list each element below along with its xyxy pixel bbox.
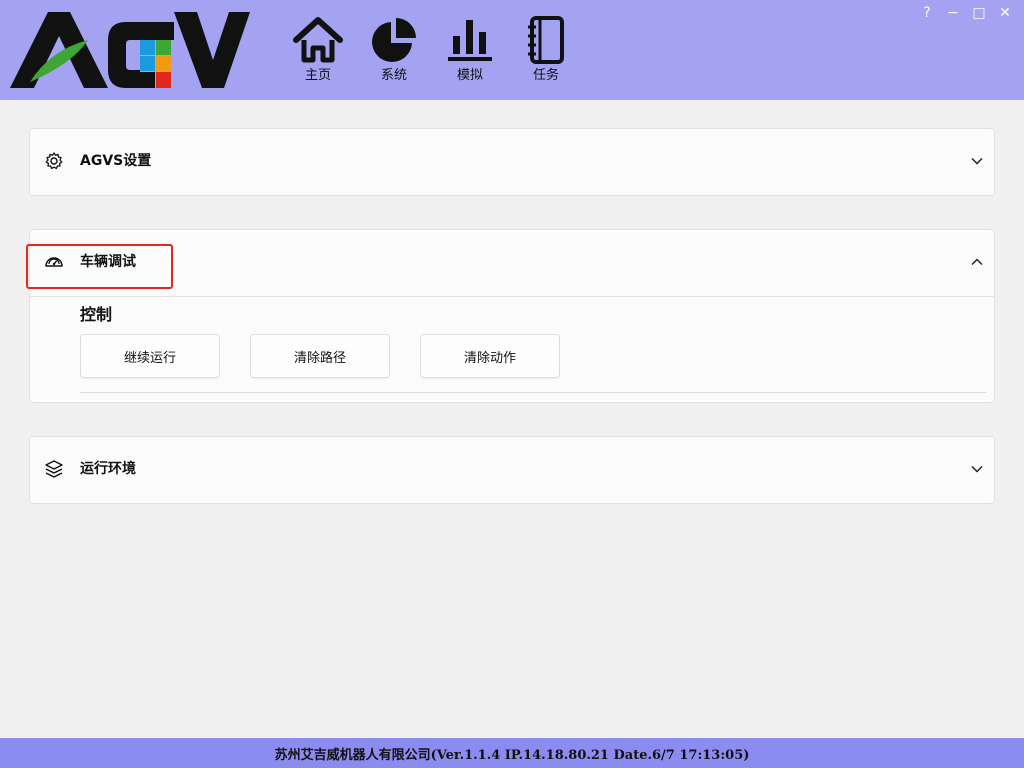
chevron-up-icon[interactable] xyxy=(970,255,984,269)
main-content: AGVS设置 车辆调试 控制 继续运行 清除路径 清除动作 运行环境 xyxy=(0,100,1024,738)
panel-title: AGVS设置 xyxy=(80,153,152,169)
continue-run-button[interactable]: 继续运行 xyxy=(80,334,220,378)
help-button[interactable]: ? xyxy=(914,2,940,24)
highlight-box xyxy=(26,244,173,289)
panel-vehicle-debug: 车辆调试 控制 继续运行 清除路径 清除动作 xyxy=(29,229,995,403)
panel-header-agvs-settings[interactable]: AGVS设置 xyxy=(30,129,994,195)
divider xyxy=(80,392,986,393)
notebook-icon xyxy=(528,16,564,64)
panel-title: 运行环境 xyxy=(80,461,136,477)
bar-chart-icon xyxy=(448,20,492,61)
close-button[interactable]: ✕ xyxy=(992,2,1018,24)
gear-icon xyxy=(45,152,63,170)
clear-path-button[interactable]: 清除路径 xyxy=(250,334,390,378)
clear-action-button[interactable]: 清除动作 xyxy=(420,334,560,378)
main-nav: 主页 系统 模拟 任务 xyxy=(280,14,584,90)
nav-item-system[interactable]: 系统 xyxy=(356,14,432,86)
nav-label: 系统 xyxy=(380,68,407,83)
nav-item-home[interactable]: 主页 xyxy=(280,14,356,86)
nav-item-simulate[interactable]: 模拟 xyxy=(432,14,508,86)
panel-header-runtime-env[interactable]: 运行环境 xyxy=(30,437,994,503)
pie-chart-icon xyxy=(372,18,416,62)
nav-label: 主页 xyxy=(304,68,331,83)
nav-label: 模拟 xyxy=(456,68,483,83)
section-title-control: 控制 xyxy=(80,305,113,324)
panel-header-vehicle-debug[interactable]: 车辆调试 xyxy=(30,230,994,296)
app-header: 主页 系统 模拟 任务 ? − □ ✕ xyxy=(0,0,1024,100)
panel-body-vehicle-debug: 控制 继续运行 清除路径 清除动作 xyxy=(30,296,994,402)
chevron-down-icon[interactable] xyxy=(970,462,984,476)
panel-agvs-settings: AGVS设置 xyxy=(29,128,995,196)
minimize-button[interactable]: − xyxy=(940,2,966,24)
panel-runtime-env: 运行环境 xyxy=(29,436,995,504)
home-icon xyxy=(293,17,343,63)
layers-icon xyxy=(45,460,63,478)
window-controls: ? − □ ✕ xyxy=(914,2,1018,24)
chevron-down-icon[interactable] xyxy=(970,154,984,168)
nav-label: 任务 xyxy=(532,68,559,83)
status-bar: 苏州艾吉威机器人有限公司(Ver.1.1.4 IP.14.18.80.21 Da… xyxy=(0,738,1024,768)
status-text: 苏州艾吉威机器人有限公司(Ver.1.1.4 IP.14.18.80.21 Da… xyxy=(274,747,750,763)
agv-logo xyxy=(10,12,250,88)
maximize-button[interactable]: □ xyxy=(966,2,992,24)
nav-item-tasks[interactable]: 任务 xyxy=(508,14,584,86)
